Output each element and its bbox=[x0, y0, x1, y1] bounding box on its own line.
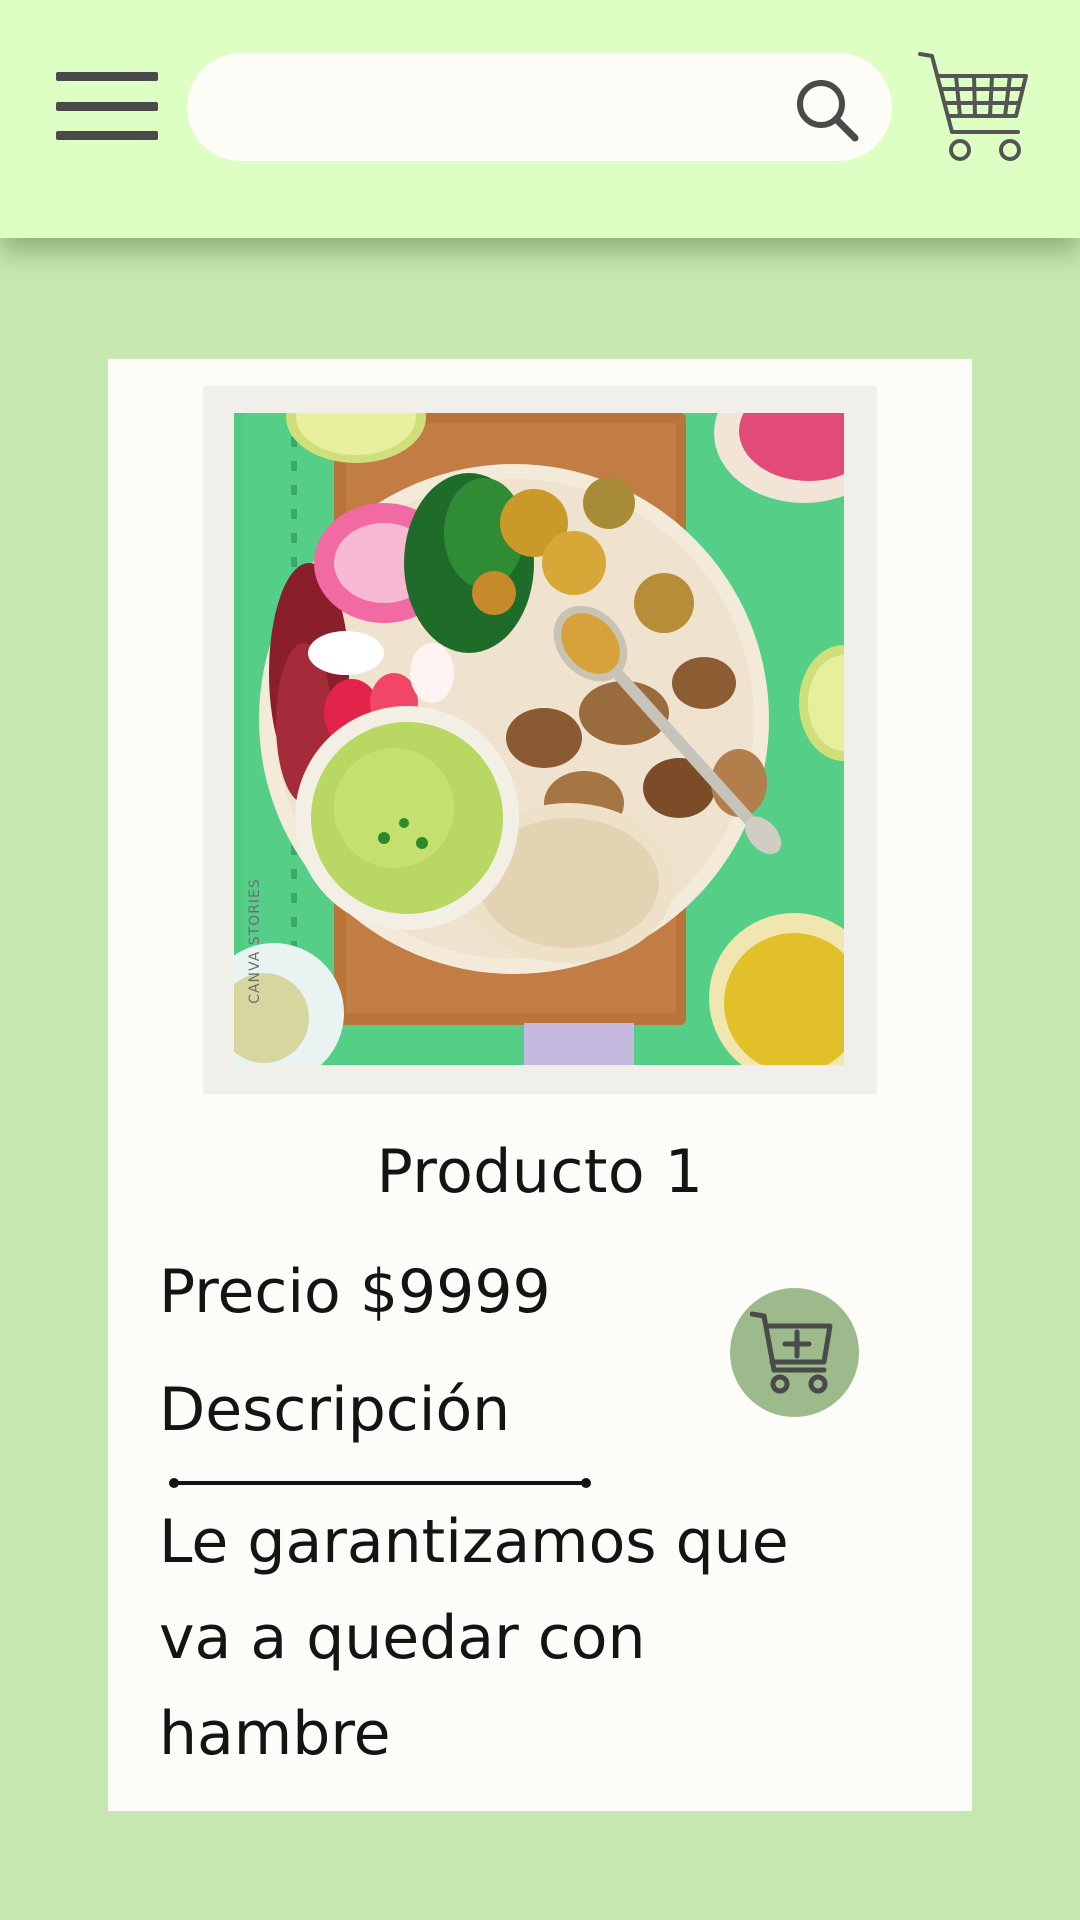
top-bar bbox=[0, 0, 1080, 238]
product-description: Le garantizamos que va a quedar con hamb… bbox=[159, 1507, 789, 1769]
menu-line bbox=[56, 102, 158, 111]
menu-line bbox=[56, 72, 158, 81]
add-to-cart-icon bbox=[750, 1311, 833, 1394]
search-input[interactable] bbox=[227, 73, 751, 143]
product-name: Producto 1 bbox=[376, 1137, 704, 1207]
product-image[interactable]: CANVA STORIES 23 bbox=[234, 413, 844, 1065]
product-photo-frame: CANVA STORIES 23 bbox=[204, 386, 876, 1092]
menu-line bbox=[56, 131, 158, 140]
shopping-cart-icon[interactable] bbox=[918, 50, 1030, 164]
add-to-cart-button[interactable] bbox=[730, 1288, 859, 1417]
watermark-text: CANVA STORIES bbox=[246, 878, 263, 1004]
search-icon[interactable] bbox=[792, 75, 864, 147]
divider bbox=[169, 1478, 591, 1488]
product-card[interactable]: CANVA STORIES 23 Producto 1 Precio $9999… bbox=[108, 359, 972, 1811]
search-bar[interactable] bbox=[187, 53, 892, 161]
product-price: Precio $9999 bbox=[159, 1257, 551, 1327]
menu-button[interactable] bbox=[56, 72, 160, 144]
description-label: Descripción bbox=[159, 1375, 511, 1445]
